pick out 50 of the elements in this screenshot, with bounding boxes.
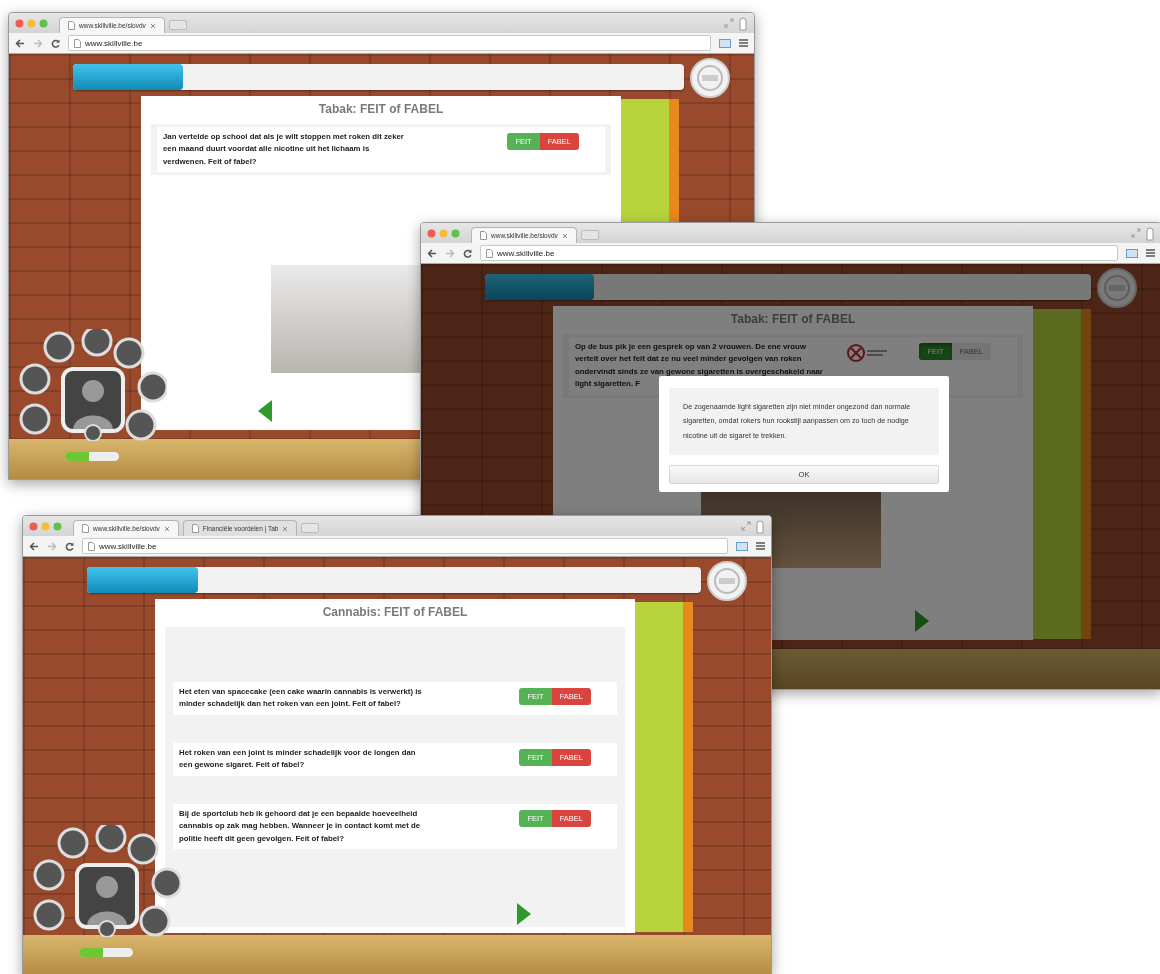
extension-icon[interactable] <box>1126 248 1138 258</box>
fullscreen-icon[interactable] <box>741 521 751 531</box>
fullscreen-icon[interactable] <box>724 18 734 28</box>
back-icon[interactable] <box>15 38 25 48</box>
reload-icon[interactable] <box>463 248 472 258</box>
window-controls-icon[interactable] <box>29 521 63 531</box>
extension-icon[interactable] <box>719 38 731 48</box>
page-icon <box>191 524 199 533</box>
close-icon[interactable] <box>149 22 156 29</box>
page-icon <box>480 231 487 240</box>
forward-icon[interactable] <box>445 248 455 258</box>
quiz-title: Cannabis: FEIT of FABEL <box>321 605 469 619</box>
badge-icon <box>690 58 730 98</box>
circular-menu-drawing[interactable] <box>17 329 167 441</box>
window-controls-icon[interactable] <box>15 18 49 28</box>
extension-icon[interactable] <box>736 541 748 551</box>
badge-icon <box>1097 268 1137 308</box>
new-tab-button[interactable] <box>580 230 599 240</box>
logo-icon <box>847 343 889 363</box>
reload-icon[interactable] <box>65 541 74 551</box>
address-bar[interactable]: www.skillville.be <box>480 245 1118 261</box>
user-icon[interactable] <box>755 518 765 534</box>
page-icon <box>82 524 89 533</box>
menu-icon[interactable] <box>756 542 765 550</box>
back-icon[interactable] <box>29 541 39 551</box>
quiz-title: Tabak: FEIT of FABEL <box>317 102 445 116</box>
forward-icon[interactable] <box>47 541 57 551</box>
next-arrow-icon[interactable] <box>517 903 531 925</box>
badge-icon <box>707 561 747 601</box>
user-icon[interactable] <box>738 15 748 31</box>
fullscreen-icon[interactable] <box>1131 228 1141 238</box>
address-bar[interactable]: www.skillville.be <box>68 35 711 51</box>
close-icon[interactable] <box>561 232 568 239</box>
address-bar[interactable]: www.skillville.be <box>82 538 728 554</box>
forward-icon[interactable] <box>33 38 43 48</box>
new-tab-button[interactable] <box>168 20 187 30</box>
previous-arrow-icon[interactable] <box>258 400 272 422</box>
close-icon[interactable] <box>163 525 170 532</box>
close-icon[interactable] <box>282 525 289 532</box>
new-tab-button[interactable] <box>301 523 320 533</box>
quiz-title: Tabak: FEIT of FABEL <box>729 312 857 326</box>
next-arrow-icon[interactable] <box>915 610 929 632</box>
menu-icon[interactable] <box>739 39 748 47</box>
menu-icon[interactable] <box>1146 249 1155 257</box>
user-icon[interactable] <box>1145 225 1155 241</box>
page-icon <box>68 21 75 30</box>
back-icon[interactable] <box>427 248 437 258</box>
reload-icon[interactable] <box>51 38 60 48</box>
window-controls-icon[interactable] <box>427 228 461 238</box>
circular-menu-drawing[interactable] <box>31 825 181 937</box>
